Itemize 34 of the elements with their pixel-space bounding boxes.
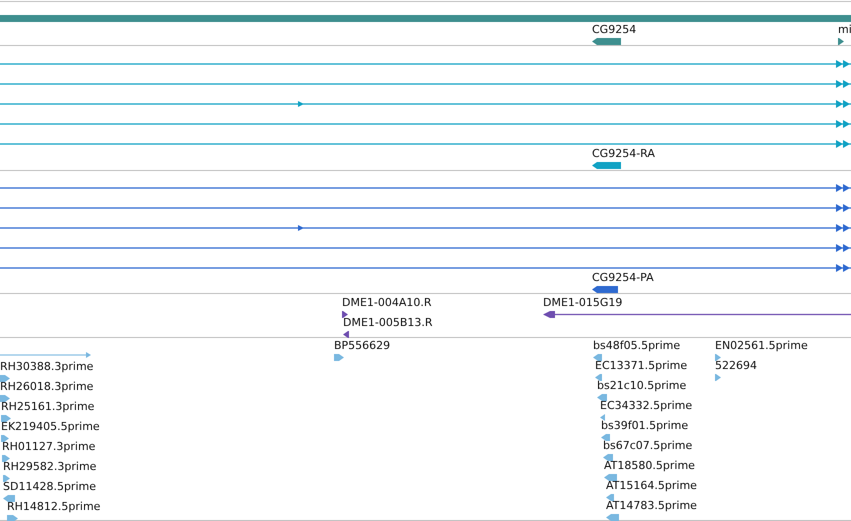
feature-label[interactable]: AT15164.5prime <box>606 479 697 492</box>
feature-label[interactable]: bs39f01.5prime <box>601 419 688 432</box>
feature-label[interactable]: RH26018.3prime <box>0 380 94 393</box>
feature-label[interactable]: AT18580.5prime <box>604 459 695 472</box>
right-arrow-icon[interactable] <box>342 311 348 318</box>
feature-label[interactable]: EC34332.5prime <box>600 399 692 412</box>
feature-label[interactable]: RH29582.3prime <box>3 460 96 473</box>
feature-label[interactable]: DME1-005B13.R <box>343 316 433 329</box>
feature-label[interactable]: bs67c07.5prime <box>603 439 692 452</box>
feature-line[interactable] <box>543 311 851 318</box>
feature-label[interactable]: CG9254 <box>592 23 636 36</box>
feature-label[interactable]: mi <box>838 23 851 36</box>
feature-label[interactable]: SD11428.5prime <box>3 480 96 493</box>
feature-label[interactable]: CG9254-RA <box>592 147 655 160</box>
feature-label[interactable]: EC13371.5prime <box>595 359 688 372</box>
feature-label[interactable]: CG9254-PA <box>592 271 654 284</box>
feature-label[interactable]: AT14783.5prime <box>606 499 697 512</box>
feature-label[interactable]: 522694 <box>715 359 757 372</box>
feature-label[interactable]: EN02561.5prime <box>715 339 808 352</box>
feature-label[interactable]: RH25161.3prime <box>1 400 94 413</box>
left-arrow-icon[interactable] <box>343 331 349 338</box>
feature-label[interactable]: RH14812.5prime <box>7 500 100 513</box>
right-arrow-icon[interactable] <box>838 38 844 45</box>
feature-label[interactable]: RH01127.3prime <box>2 440 96 453</box>
feature-label[interactable]: DME1-015G19 <box>543 296 622 309</box>
feature-label[interactable]: RH30388.3prime <box>0 360 94 373</box>
left-arrow-icon[interactable] <box>592 38 621 45</box>
feature-label[interactable]: EK219405.5prime <box>1 420 100 433</box>
feature-label[interactable]: DME1-004A10.R <box>342 296 432 309</box>
left-arrow-icon[interactable] <box>592 286 618 293</box>
feature-label[interactable]: BP556629 <box>334 339 390 352</box>
left-arrow-icon[interactable] <box>592 162 621 169</box>
feature-label[interactable]: bs21c10.5prime <box>597 379 686 392</box>
feature-label[interactable]: bs48f05.5prime <box>593 339 680 352</box>
